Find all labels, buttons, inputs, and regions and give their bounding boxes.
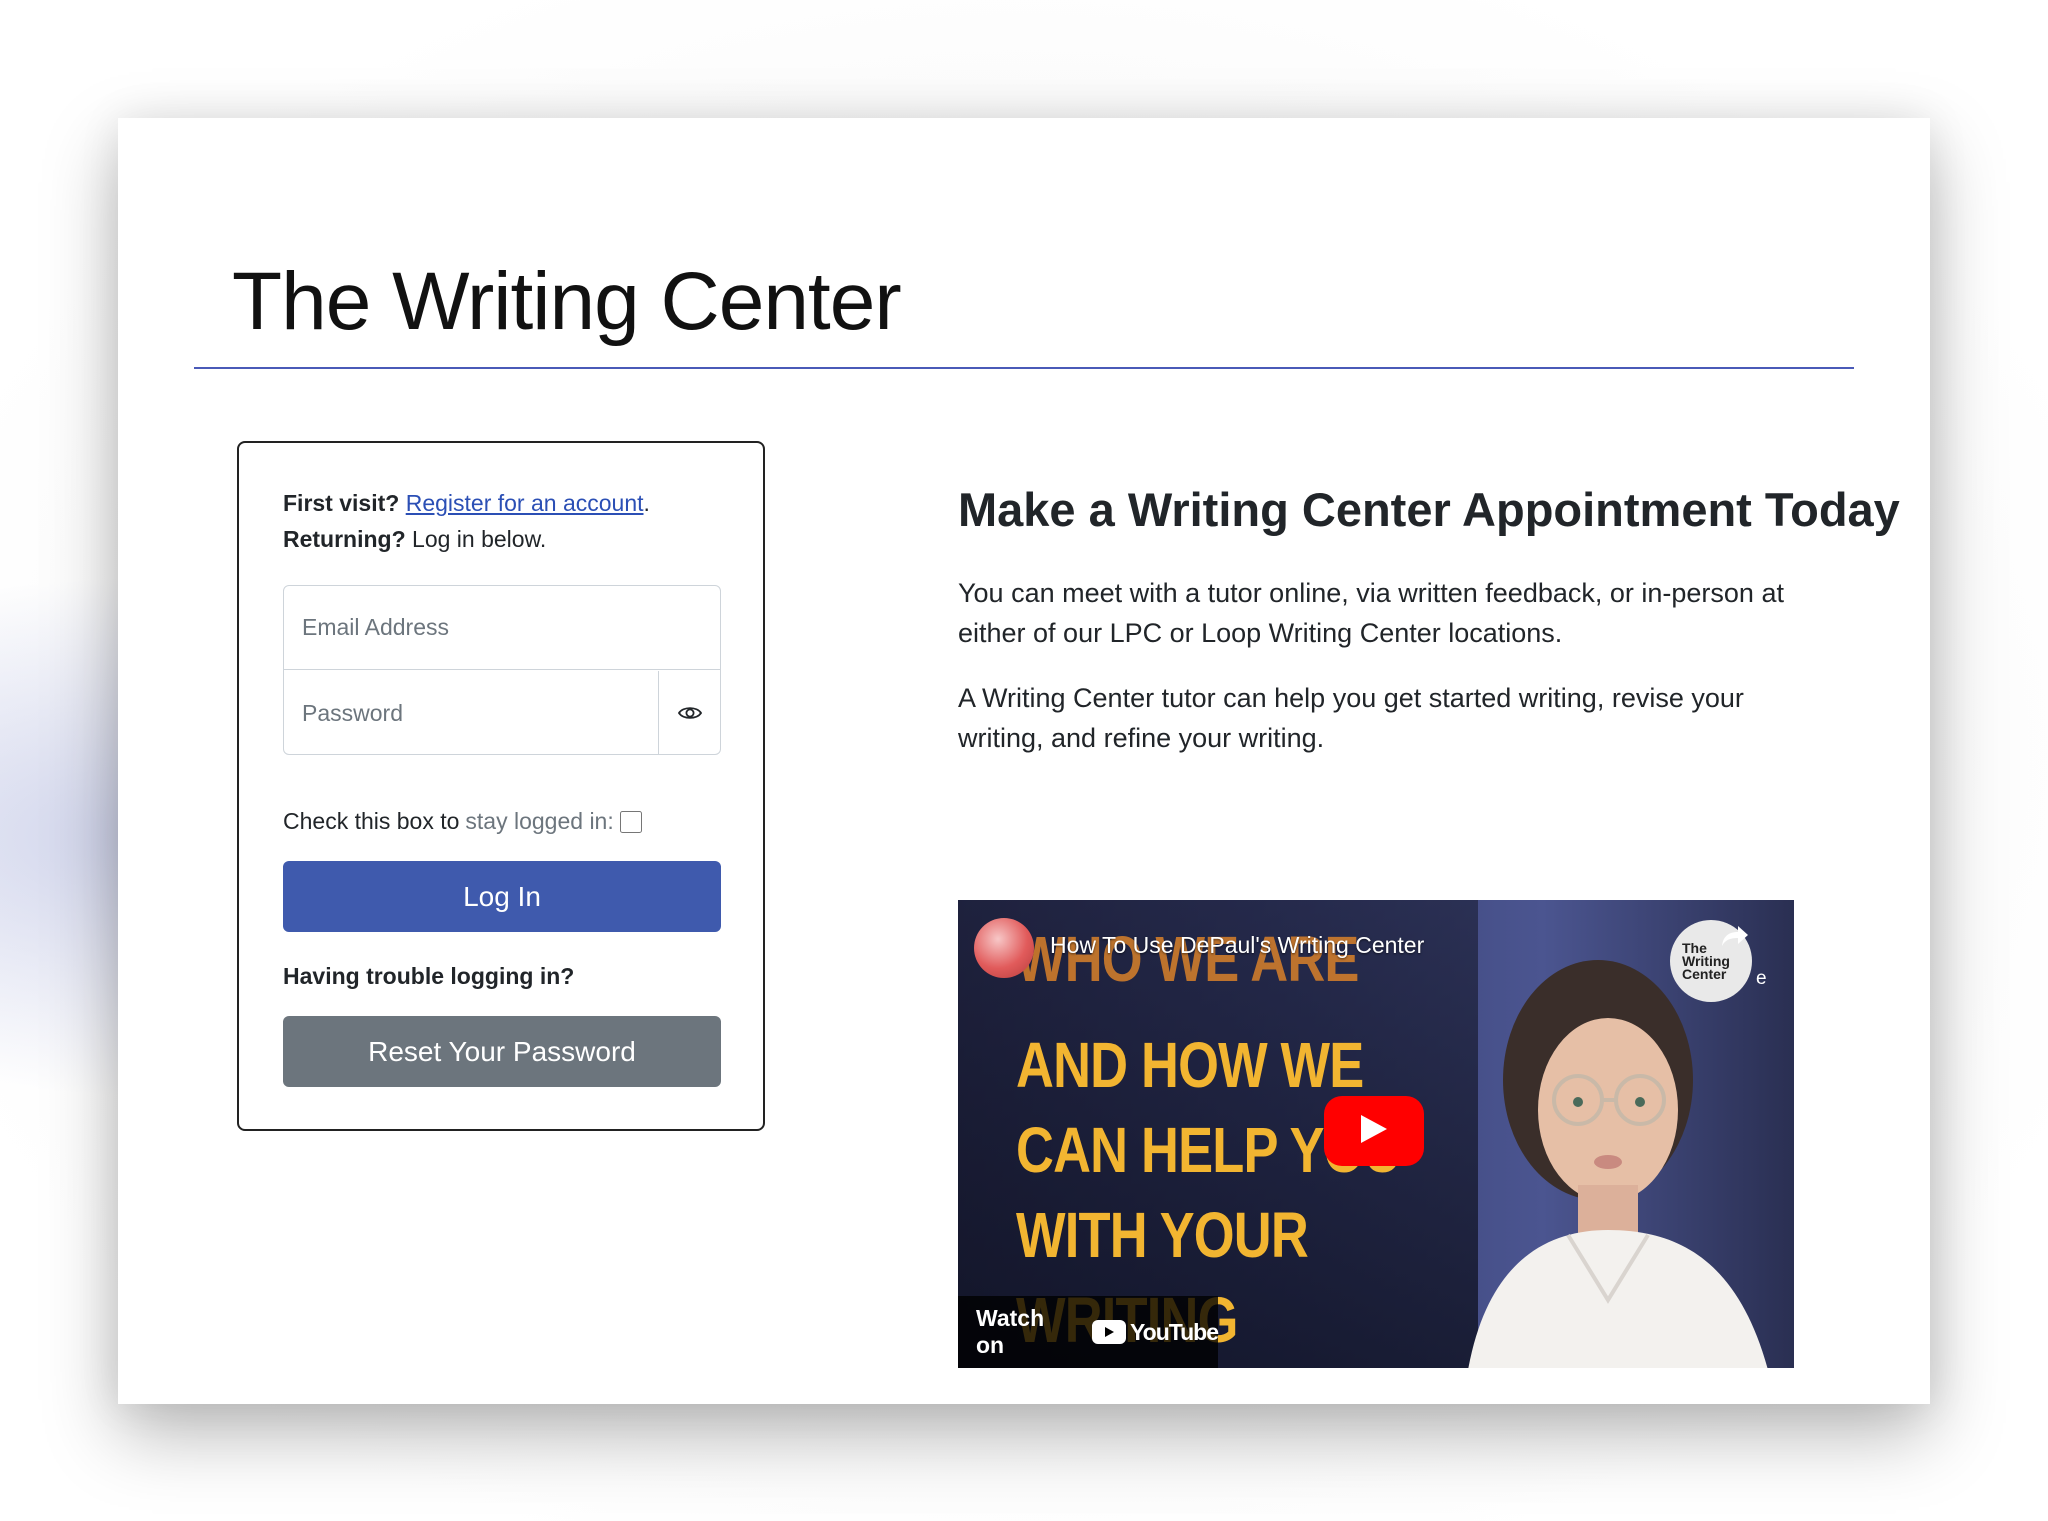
overlay-line-4: WITH YOUR [1016,1199,1309,1271]
stay-logged-in-label: stay logged in: [465,808,614,834]
trouble-heading: Having trouble logging in? [283,963,575,989]
youtube-icon [1092,1320,1127,1344]
share-label: e [1756,968,1767,989]
password-field[interactable] [284,671,660,755]
header-divider [194,367,1854,369]
returning-text: Log in below. [405,526,547,552]
email-field[interactable] [284,586,720,670]
intro-paragraph: You can meet with a tutor online, via wr… [958,578,1784,648]
credentials-group [283,585,721,755]
register-suffix: . [643,490,650,516]
youtube-logo: YouTube [1092,1318,1219,1346]
play-button[interactable] [1324,1096,1424,1166]
page-card: The Writing Center First visit? Register… [118,118,1930,1404]
register-link[interactable]: Register for an account [406,490,644,516]
page-heading: Make a Writing Center Appointment Today [958,483,1900,536]
share-button[interactable]: The Writing Center e [1670,920,1767,1006]
logo-text: The Writing Center [232,256,902,347]
returning-line: Returning? Log in below. [283,526,546,553]
login-button[interactable]: Log In [283,861,721,932]
login-panel: First visit? Register for an account. Re… [237,441,765,1131]
share-icon [1720,924,1750,953]
eye-icon [677,700,702,727]
play-icon [1359,1113,1389,1150]
first-visit-label: First visit? [283,490,400,516]
video-title[interactable]: How To Use DePaul's Writing Center [1050,932,1424,959]
watch-on-text: Watch on [976,1305,1045,1358]
channel-avatar[interactable] [974,918,1034,978]
video-embed[interactable]: WHO WE ARE AND HOW WE CAN HELP YOU WITH … [958,900,1794,1368]
overlay-line-2: AND HOW WE [1016,1029,1364,1101]
youtube-wordmark: YouTube [1130,1318,1219,1345]
stay-logged-in-row: Check this box to stay logged in: [283,808,642,835]
site-logo[interactable]: The Writing Center [232,255,902,349]
returning-label: Returning? [283,526,406,552]
stay-logged-in-checkbox[interactable] [619,810,642,833]
first-visit-line: First visit? Register for an account. [283,490,650,517]
reset-password-button[interactable]: Reset Your Password [283,1016,721,1087]
watch-on-youtube-button[interactable]: Watch on YouTube [958,1296,1219,1368]
stay-prefix-text: Check this box to [283,808,460,834]
show-password-toggle[interactable] [658,671,720,755]
tutor-paragraph: A Writing Center tutor can help you get … [958,683,1744,753]
